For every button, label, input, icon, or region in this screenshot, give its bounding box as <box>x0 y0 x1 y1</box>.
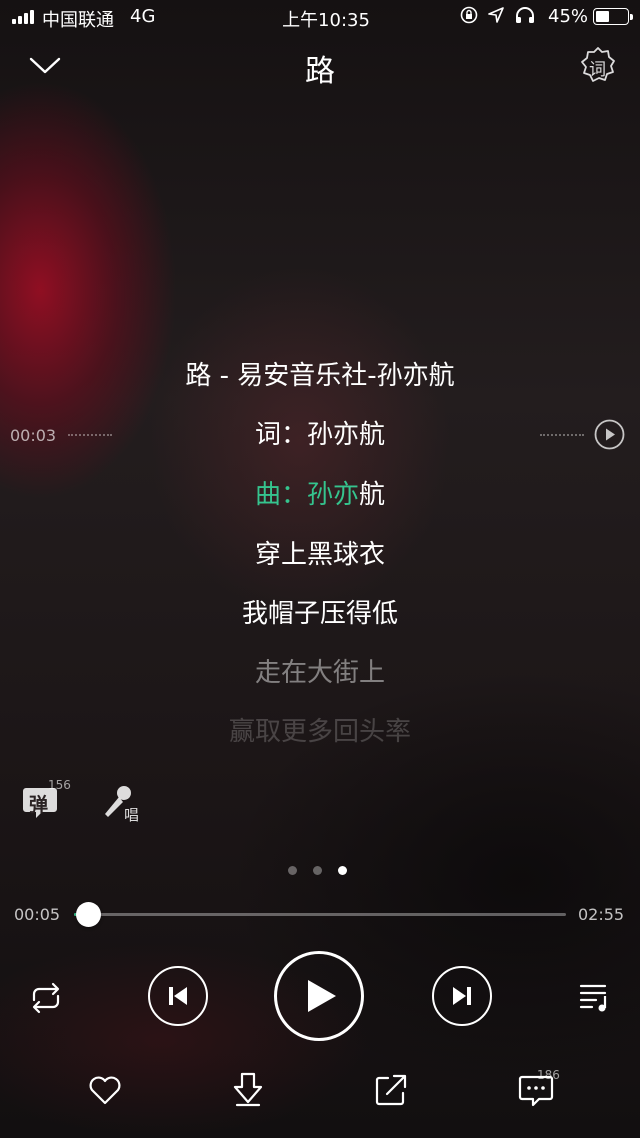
battery-percent: 45% <box>548 6 589 27</box>
status-time: 上午10:35 <box>282 10 370 31</box>
rotation-lock-icon <box>460 6 478 24</box>
danmu-count: 156 <box>48 778 71 792</box>
lyric-line[interactable]: 走在大街上 <box>0 653 640 693</box>
share-icon[interactable] <box>373 1072 409 1108</box>
download-icon[interactable] <box>229 1070 267 1108</box>
total-time: 02:55 <box>578 905 625 924</box>
lyric-line[interactable]: 赢取更多回头率 <box>0 712 640 752</box>
progress-thumb[interactable] <box>76 902 101 927</box>
lyric-line[interactable]: 我帽子压得低 <box>0 594 640 634</box>
lyric-settings-button[interactable]: 词 <box>580 46 616 84</box>
network-type: 4G <box>130 6 156 27</box>
battery-icon <box>593 8 633 25</box>
lyric-sung-part: 曲：孙亦 <box>254 480 359 510</box>
location-icon <box>488 7 504 23</box>
next-button[interactable] <box>432 966 492 1026</box>
headphones-icon <box>516 7 534 23</box>
repeat-icon[interactable] <box>26 978 66 1018</box>
carrier-name: 中国联通 <box>42 10 114 31</box>
signal-strength-icon <box>12 10 38 24</box>
current-time: 00:05 <box>14 905 61 924</box>
lyric-line-current[interactable]: 曲：孙亦航 <box>0 475 640 515</box>
seek-preview-time: 00:03 <box>10 426 57 445</box>
play-icon <box>308 980 336 1012</box>
seek-play-icon[interactable] <box>594 419 625 450</box>
progress-track[interactable] <box>74 913 566 916</box>
danmu-label: 弹 <box>29 794 49 816</box>
page-dot[interactable] <box>313 866 322 875</box>
heart-icon[interactable] <box>87 1073 123 1107</box>
page-dot-active[interactable] <box>338 866 347 875</box>
lyric-line[interactable]: 路 - 易安音乐社-孙亦航 <box>0 356 640 396</box>
lyric-line[interactable]: 穿上黑球衣 <box>0 535 640 575</box>
lyric-settings-glyph: 词 <box>589 60 606 80</box>
chevron-down-icon[interactable] <box>26 48 64 82</box>
song-title: 路 <box>305 54 335 89</box>
page-dot[interactable] <box>288 866 297 875</box>
status-bar: 中国联通 4G 上午10:35 45% <box>0 0 640 34</box>
previous-button[interactable] <box>148 966 208 1026</box>
seek-guide-line-left <box>68 434 112 438</box>
playlist-icon[interactable] <box>578 980 612 1014</box>
comment-count: 186 <box>537 1068 560 1082</box>
page-indicator <box>288 866 347 875</box>
lyric-unsung-part: 航 <box>359 480 386 510</box>
play-button[interactable] <box>274 951 364 1041</box>
previous-icon <box>169 987 187 1005</box>
seek-guide-line-right <box>540 434 584 438</box>
sing-label: 唱 <box>124 806 140 824</box>
sing-button[interactable]: 唱 <box>102 784 142 824</box>
next-icon <box>453 987 471 1005</box>
